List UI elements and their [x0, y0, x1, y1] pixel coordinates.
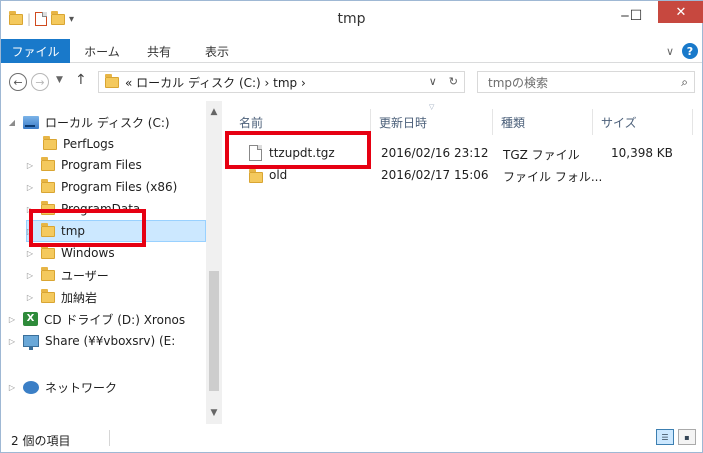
nav-scrollbar[interactable]: ▲ ▼: [206, 101, 222, 424]
folder-icon: [105, 73, 119, 88]
navigation-pane: ◢ ローカル ディスク (C:) PerfLogs ▷ Program File…: [1, 101, 222, 424]
expand-arrow-icon[interactable]: ▷: [7, 337, 17, 346]
search-input[interactable]: tmpの検索 ⌕: [477, 71, 695, 93]
scroll-up-icon[interactable]: ▲: [206, 107, 222, 117]
tree-item-program-files-x86[interactable]: ▷ Program Files (x86): [25, 176, 177, 198]
tree-item-local-disk[interactable]: ◢ ローカル ディスク (C:): [7, 111, 170, 133]
back-button[interactable]: ←: [9, 73, 27, 91]
folder-icon: [41, 156, 55, 171]
tree-item-label: CD ドライブ (D:) Xronos: [44, 312, 186, 327]
search-placeholder: tmpの検索: [488, 75, 549, 90]
expand-arrow-icon[interactable]: ▷: [7, 315, 17, 324]
file-date: 2016/02/17 15:06: [381, 168, 489, 182]
tab-share[interactable]: 共有: [139, 39, 179, 63]
address-path[interactable]: « ローカル ディスク (C:) › tmp ›: [125, 74, 306, 91]
address-dropdown-icon[interactable]: ∨: [429, 75, 437, 88]
highlight-box-tmp: [29, 209, 146, 247]
expand-arrow-icon[interactable]: ▷: [25, 249, 35, 258]
expand-ribbon-icon[interactable]: ∨: [666, 45, 674, 58]
search-icon[interactable]: ⌕: [681, 75, 688, 90]
large-icons-view-button[interactable]: ▪: [678, 429, 696, 445]
tab-file[interactable]: ファイル: [1, 39, 70, 63]
network-icon: [23, 380, 39, 394]
tree-item-kanouiwa[interactable]: ▷ 加納岩: [25, 286, 97, 308]
maximize-button[interactable]: ☐: [621, 1, 651, 31]
highlight-box-file: [225, 131, 371, 169]
refresh-icon[interactable]: ↻: [449, 75, 458, 88]
address-bar[interactable]: « ローカル ディスク (C:) › tmp › ∨ ↻: [98, 71, 465, 93]
collapse-arrow-icon[interactable]: ◢: [7, 118, 17, 127]
tree-item-label: Windows: [61, 246, 115, 260]
tree-item-label: ユーザー: [61, 268, 109, 283]
folder-icon: [41, 178, 55, 193]
scroll-down-icon[interactable]: ▼: [206, 408, 222, 418]
tab-view[interactable]: 表示: [197, 39, 237, 63]
drive-icon: [23, 115, 39, 129]
divider: [109, 430, 110, 446]
file-type: TGZ ファイル: [503, 148, 580, 162]
file-size: 10,398 KB: [611, 146, 673, 160]
close-button[interactable]: ✕: [658, 1, 703, 23]
file-date: 2016/02/16 23:12: [381, 146, 489, 160]
forward-button[interactable]: →: [31, 73, 49, 91]
window-title: tmp: [337, 11, 366, 27]
expand-arrow-icon[interactable]: ▷: [25, 183, 35, 192]
tree-item-users[interactable]: ▷ ユーザー: [25, 264, 109, 286]
folder-icon: [41, 266, 55, 281]
tree-item-label: Program Files: [61, 158, 142, 172]
expand-arrow-icon[interactable]: ▷: [25, 271, 35, 280]
status-bar: 2 個の項目 ☰ ▪: [1, 426, 702, 452]
tree-item-share[interactable]: ▷ Share (¥¥vboxsrv) (E:: [7, 330, 175, 352]
tree-item-label: ローカル ディスク (C:): [45, 115, 170, 130]
file-type: ファイル フォル...: [503, 170, 603, 184]
help-icon[interactable]: ?: [682, 43, 698, 59]
cd-drive-icon: X: [23, 312, 38, 326]
sort-indicator-icon: ▽: [429, 103, 435, 111]
folder-icon: [249, 169, 263, 183]
expand-arrow-icon[interactable]: ▷: [25, 293, 35, 302]
item-count: 2 個の項目: [11, 434, 71, 448]
column-header-size[interactable]: サイズ: [593, 109, 693, 135]
tree-item-perflogs[interactable]: PerfLogs: [43, 133, 114, 155]
address-row: ← → ▼ ↑ « ローカル ディスク (C:) › tmp › ∨ ↻ tmp…: [1, 65, 702, 99]
tree-item-label: Program Files (x86): [61, 180, 178, 194]
folder-icon: [41, 288, 55, 303]
tree-item-label: PerfLogs: [63, 137, 115, 151]
tree-item-label: ネットワーク: [45, 380, 118, 395]
expand-arrow-icon[interactable]: ▷: [25, 161, 35, 170]
title-bar: | ▾ tmp ‒ ☐ ✕: [1, 1, 703, 37]
column-header-date[interactable]: 更新日時: [371, 109, 493, 135]
column-header-type[interactable]: 種類: [493, 109, 593, 135]
tab-home[interactable]: ホーム: [79, 39, 125, 63]
tree-item-label: 加納岩: [61, 290, 98, 305]
recent-locations-icon[interactable]: ▼: [56, 75, 63, 85]
folder-icon: [43, 135, 57, 150]
details-view-button[interactable]: ☰: [656, 429, 674, 445]
file-name: old: [269, 168, 288, 182]
scrollbar-thumb[interactable]: [209, 271, 219, 391]
network-drive-icon: [23, 335, 39, 350]
tree-item-network[interactable]: ▷ ネットワーク: [7, 376, 117, 398]
tree-item-cd-drive[interactable]: ▷ X CD ドライブ (D:) Xronos: [7, 308, 185, 330]
up-button[interactable]: ↑: [75, 72, 87, 88]
tree-item-label: Share (¥¥vboxsrv) (E:: [45, 334, 176, 348]
ribbon-tabs: ファイル ホーム 共有 表示 ∨ ?: [1, 39, 702, 63]
tree-item-program-files[interactable]: ▷ Program Files: [25, 154, 142, 176]
expand-arrow-icon[interactable]: ▷: [7, 383, 17, 392]
folder-icon: [41, 244, 55, 259]
explorer-window: | ▾ tmp ‒ ☐ ✕ ファイル ホーム 共有 表示 ∨ ? ← → ▼ ↑…: [0, 0, 703, 453]
